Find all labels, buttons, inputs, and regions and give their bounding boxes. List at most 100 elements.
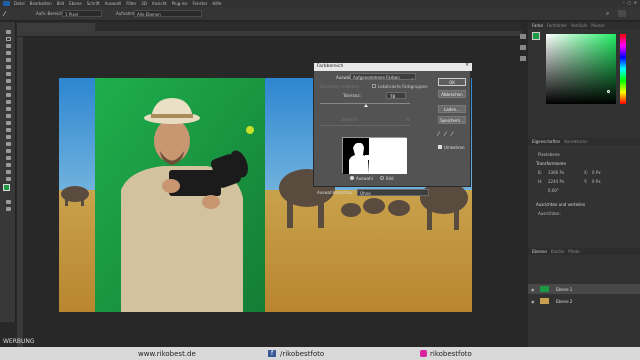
menu-plugins[interactable]: Plug-ins [172, 1, 188, 6]
menu-ansicht[interactable]: Ansicht [152, 1, 167, 6]
eyedropper-minus-icon[interactable]: ⁄ [452, 131, 453, 138]
eyedropper-tool-icon[interactable]: ⁄ [4, 10, 12, 18]
menu-hilfe[interactable]: Hilfe [212, 1, 221, 6]
blur-tool-icon[interactable] [0, 119, 16, 126]
pen-tool-icon[interactable] [0, 133, 16, 140]
transform-section[interactable]: Transformieren [536, 161, 566, 166]
healing-brush-tool-icon[interactable] [0, 77, 16, 84]
cancel-button-label: Abbrechen [441, 92, 463, 97]
dodge-tool-icon[interactable] [0, 126, 16, 133]
invert-label: Umkehren [444, 145, 465, 150]
eyedropper-tool-icon[interactable] [0, 70, 16, 77]
website-link[interactable]: www.rikobest.de [138, 350, 196, 358]
history-brush-tool-icon[interactable] [0, 98, 16, 105]
save-button[interactable]: Speichern... [438, 116, 466, 124]
photoshop-logo-icon[interactable] [3, 1, 10, 6]
facebook-link[interactable]: /rikobestfoto [280, 350, 324, 358]
screen-mode-icon[interactable] [0, 205, 16, 212]
visibility-eye-icon[interactable]: ◉ [531, 287, 535, 292]
tab-paths[interactable]: Pfade [568, 249, 579, 254]
y-value[interactable]: 0 Px [592, 179, 601, 184]
color-picker-cursor[interactable] [607, 90, 610, 93]
tab-adjustments[interactable]: Korrekturen [564, 139, 587, 144]
x-value[interactable]: 0 Px [592, 170, 601, 175]
eyedropper-icon[interactable]: ⁄ [438, 131, 439, 138]
clusters-checkbox[interactable] [372, 84, 376, 88]
menu-ebene[interactable]: Ebene [69, 1, 82, 6]
adjustments-icon[interactable] [520, 45, 526, 50]
tab-swatches[interactable]: Farbfelder [547, 23, 567, 28]
move-tool-icon[interactable] [0, 28, 16, 35]
menu-bearbeiten[interactable]: Bearbeiten [30, 1, 52, 6]
radio-image[interactable] [380, 176, 384, 180]
menu-schrift[interactable]: Schrift [87, 1, 100, 6]
frame-tool-icon[interactable] [0, 63, 16, 70]
foreground-color-swatch[interactable] [3, 184, 10, 191]
menu-auswahl[interactable]: Auswahl [105, 1, 122, 6]
cancel-button[interactable]: Abbrechen [438, 90, 466, 98]
tab-gradients[interactable]: Verläufe [571, 23, 588, 28]
align-section[interactable]: Ausrichten und verteilen [536, 202, 585, 207]
eyedropper-buttons: ⁄ ⁄ ⁄ [438, 131, 453, 138]
tab-patterns[interactable]: Muster [591, 23, 605, 28]
path-select-tool-icon[interactable] [0, 147, 16, 154]
menu-3d[interactable]: 3D [141, 1, 147, 6]
hand-tool-icon[interactable] [0, 161, 16, 168]
character-icon[interactable] [520, 56, 526, 61]
preview-mode-select[interactable]: Ohne [357, 189, 429, 196]
crop-tool-icon[interactable] [0, 56, 16, 63]
zoom-tool-icon[interactable] [0, 168, 16, 175]
sample-select[interactable]: Alle Ebenen [134, 10, 202, 17]
menu-datei[interactable]: Datei [14, 1, 25, 6]
search-icon[interactable]: ⌕ [606, 10, 613, 17]
ok-button[interactable]: OK [438, 78, 466, 86]
workspace-icon[interactable] [618, 10, 626, 17]
angle-value[interactable]: 0,00° [548, 188, 559, 193]
marquee-tool-icon[interactable] [0, 35, 16, 42]
shape-tool-icon[interactable] [0, 154, 16, 161]
mask-preview [343, 138, 407, 174]
layer-row[interactable]: ◉ Ebene 2 [528, 296, 640, 306]
stamp-tool-icon[interactable] [0, 91, 16, 98]
invert-checkbox[interactable] [438, 145, 442, 149]
visibility-eye-icon[interactable]: ◉ [531, 299, 535, 304]
more-tools-icon[interactable] [0, 175, 16, 182]
gradient-tool-icon[interactable] [0, 112, 16, 119]
layer-row[interactable]: ◉ Ebene 1 [528, 284, 640, 294]
height-value[interactable]: 2244 Px [548, 179, 564, 184]
load-button[interactable]: Laden... [438, 105, 466, 113]
lasso-tool-icon[interactable] [0, 42, 16, 49]
range-slider[interactable] [320, 125, 410, 126]
tab-channels[interactable]: Kanäle [551, 249, 565, 254]
close-icon[interactable]: ✕ [465, 63, 469, 68]
panel-icon-strip [520, 34, 527, 94]
dialog-title: Farbbereich [317, 64, 344, 69]
instagram-link[interactable]: rikobestfoto [430, 350, 472, 358]
color-picker-field[interactable] [546, 34, 616, 104]
tools-panel [0, 22, 16, 322]
eyedropper-plus-icon[interactable]: ⁄ [445, 131, 446, 138]
quick-mask-icon[interactable] [0, 198, 16, 205]
type-tool-icon[interactable] [0, 140, 16, 147]
menu-filter[interactable]: Filter [126, 1, 136, 6]
radio-selection[interactable] [350, 176, 354, 180]
select-dropdown[interactable]: Aufgenommene Farben ⌄ [350, 73, 416, 80]
eraser-tool-icon[interactable] [0, 105, 16, 112]
hue-slider[interactable] [620, 34, 626, 104]
document-tab[interactable]: Steff-park.jpg bei 23,2% (Ebene 1, RGB/8… [17, 23, 102, 40]
color-foreground-swatch[interactable] [532, 32, 540, 40]
brush-tool-icon[interactable] [0, 84, 16, 91]
menu-fenster[interactable]: Fenster [192, 1, 207, 6]
menu-bild[interactable]: Bild [57, 1, 65, 6]
tolerance-input[interactable]: 78 [386, 92, 406, 99]
tab-layers[interactable]: Ebenen [532, 249, 547, 254]
window-controls[interactable]: – ▢ ✕ [623, 0, 637, 5]
sample-size-select[interactable]: 1 Pixel [62, 10, 102, 17]
width-value[interactable]: 3366 Px [548, 170, 564, 175]
quick-select-tool-icon[interactable] [0, 49, 16, 56]
tab-color[interactable]: Farbe [532, 23, 543, 28]
selection-preview[interactable] [342, 137, 407, 174]
history-icon[interactable] [520, 34, 526, 39]
tab-properties[interactable]: Eigenschaften [532, 139, 560, 144]
tolerance-slider-thumb[interactable] [364, 104, 368, 107]
